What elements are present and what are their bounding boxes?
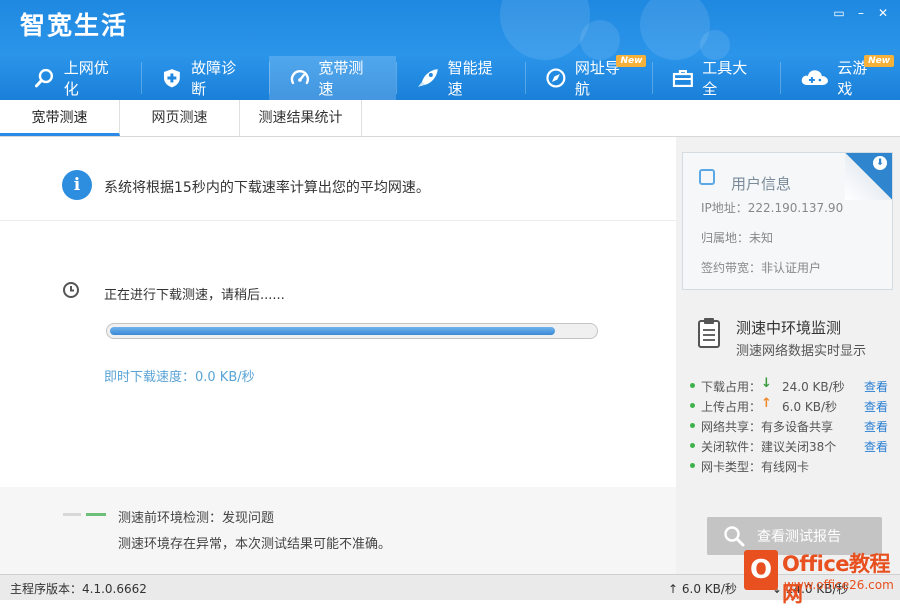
monitor-row-nic: 网卡类型：有线网卡 [690,457,890,475]
main-panel: i 系统将根据15秒内的下载速率计算出您的平均网速。 正在进行下载测速，请稍后.… [0,137,676,574]
monitor-label: 上传占用： [701,400,762,414]
info-text: 系统将根据15秒内的下载速率计算出您的平均网速。 [104,180,430,196]
monitor-row-upload: 上传占用： ↑ 6.0 KB/秒 查看 [690,396,890,415]
monitor-row-download: 下载占用： ↓ 24.0 KB/秒 查看 [690,376,890,395]
download-arrow-icon: ⬇ [873,156,887,170]
nav-item-label: 工具大全 [702,59,748,98]
info-icon: i [62,170,92,200]
status-dot [690,383,695,388]
nav-item-speedtest[interactable]: 宽带测速 [268,56,396,100]
status-dot [690,403,695,408]
env-check-description: 测速环境存在异常，本次测试结果可能不准确。 [118,537,392,552]
office-logo-icon: O [744,550,778,590]
watermark-url: www.office26.com [784,578,894,592]
right-panel: 用户信息 IP地址：222.190.137.90 归属地：未知 签约带宽：非认证… [676,137,900,574]
view-link[interactable]: 查看 [864,378,888,395]
nav-item-boost[interactable]: 智能提速 [395,56,525,100]
new-badge: New [864,55,895,67]
nav-item-diagnose[interactable]: 故障诊断 [141,56,268,100]
monitor-row-software: 关闭软件：建议关闭38个 查看 [690,437,890,455]
status-text: 正在进行下载测速，请稍后...... [104,288,285,303]
status-dot [690,463,695,468]
window-controls: ▭ – ✕ [832,6,890,20]
tab-webpage-speed[interactable]: 网页测速 [120,100,240,136]
rocket-icon [417,69,438,87]
nav-item-navigation[interactable]: 网址导航 New [525,55,652,100]
tab-speed-statistics[interactable]: 测速结果统计 [240,100,362,136]
feedback-icon[interactable]: ▭ [832,6,846,20]
view-report-label: 查看测试报告 [757,529,841,545]
title-bar: 智宽生活 ▭ – ✕ 上网优化 故障诊断 宽带测速 智能提速 网址导航 New … [0,0,900,100]
nav-item-tools[interactable]: 工具大全 [652,56,779,100]
env-indicator [86,513,106,516]
close-button[interactable]: ✕ [876,6,890,20]
status-dot [690,423,695,428]
program-version: 主程序版本：4.1.0.6662 [10,582,147,596]
tab-broadband-speed[interactable]: 宽带测速 [0,100,120,136]
decor-bubble [640,0,710,60]
monitor-value: 24.0 KB/秒 [782,380,845,394]
ip-address: IP地址：222.190.137.90 [701,201,844,215]
monitor-label: 网卡类型：有线网卡 [701,460,810,474]
search-icon [724,526,745,547]
nav-item-label: 宽带测速 [318,59,364,98]
monitor-row-sharing: 网络共享：有多设备共享 查看 [690,417,890,435]
monitor-label: 网络共享：有多设备共享 [701,420,834,434]
search-icon [34,68,54,88]
instant-speed-text: 即时下载速度：0.0 KB/秒 [104,370,255,385]
clipboard-icon [698,318,720,348]
nav-item-label: 故障诊断 [191,59,237,98]
view-link[interactable]: 查看 [864,398,888,415]
watermark: O Office教程网 www.office26.com [744,548,900,606]
monitor-label: 下载占用： [701,380,762,394]
up-arrow-icon: ↑ [761,396,772,411]
app-title: 智宽生活 [20,11,129,40]
view-link[interactable]: 查看 [864,438,888,455]
status-dot [690,443,695,448]
sub-tabs: 宽带测速 网页测速 测速结果统计 [0,100,900,137]
compass-icon [546,68,566,88]
monitor-title: 测速中环境监测 [736,319,842,337]
view-link[interactable]: 查看 [864,418,888,435]
monitor-value: 6.0 KB/秒 [782,400,838,414]
shield-icon [164,69,181,88]
contracted-bandwidth: 签约带宽：非认证用户 [701,261,822,275]
environment-check-panel: 测速前环境检测：发现问题 测速环境存在异常，本次测试结果可能不准确。 [0,487,676,574]
monitor-subtitle: 测速网络数据实时显示 [736,344,867,359]
page-curl[interactable]: ⬇ [845,153,892,200]
user-info-card: 用户信息 IP地址：222.190.137.90 归属地：未知 签约带宽：非认证… [682,152,893,290]
down-arrow-icon: ↓ [761,376,772,391]
nav-item-cloud-game[interactable]: 云游戏 New [779,55,900,100]
clock-icon [63,282,79,298]
location: 归属地：未知 [701,231,774,245]
nav-item-optimize[interactable]: 上网优化 [14,56,141,100]
minimize-button[interactable]: – [854,6,868,20]
info-row: i 系统将根据15秒内的下载速率计算出您的平均网速。 [0,137,676,221]
decor-bubble [580,20,620,60]
monitor-label: 关闭软件：建议关闭38个 [701,440,837,454]
decor-bubble [500,0,590,60]
download-progress-bar [106,323,598,339]
progress-fill [110,327,555,335]
user-info-icon [699,169,715,185]
new-badge: New [616,55,647,67]
upload-speed: ↑ 6.0 KB/秒 [668,582,737,596]
nav-item-label: 上网优化 [63,59,109,98]
env-check-title: 测速前环境检测：发现问题 [118,511,275,526]
cloud-gamepad-icon [801,70,828,85]
nav-item-label: 智能提速 [447,59,493,98]
main-nav: 上网优化 故障诊断 宽带测速 智能提速 网址导航 New 工具大全 云游戏 Ne… [14,55,900,100]
user-info-title: 用户信息 [731,175,792,193]
toolbox-icon [673,69,694,88]
speedometer-icon [290,70,309,85]
env-indicator [63,513,81,516]
